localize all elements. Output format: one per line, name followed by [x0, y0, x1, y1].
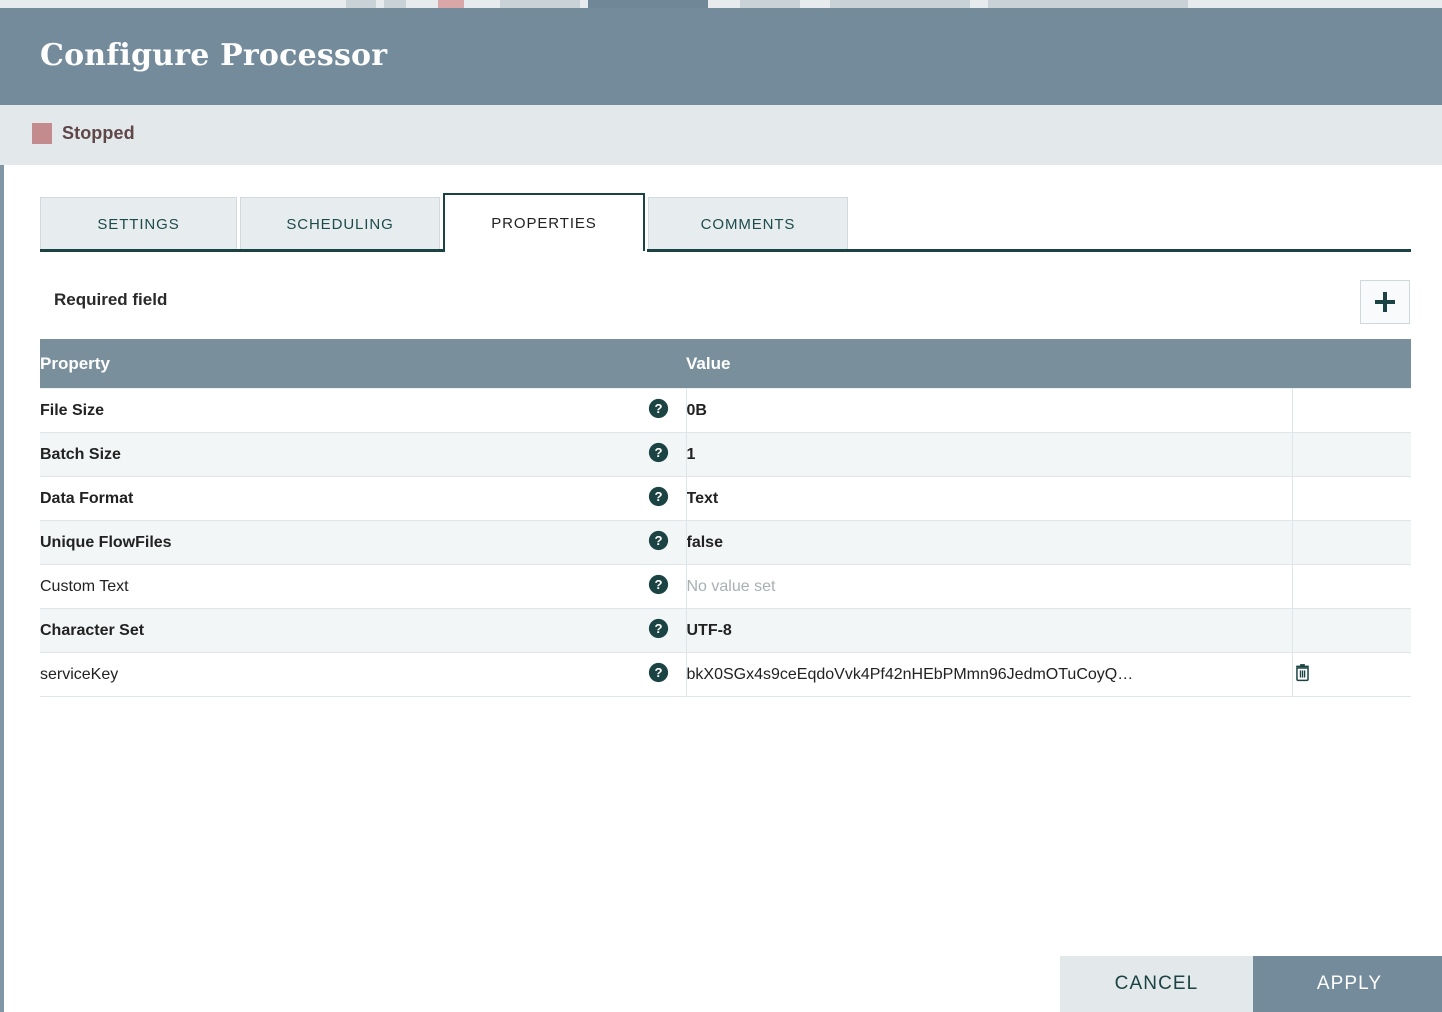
properties-table-body: File Size? 0B Batch Size? 1 Data Format? Text…	[40, 388, 1411, 697]
property-value-text: 1	[686, 445, 696, 463]
tab-scheduling-label: SCHEDULING	[286, 216, 394, 233]
svg-text:?: ?	[654, 577, 662, 592]
status-badge: Stopped	[32, 123, 135, 144]
property-actions-cell	[1292, 476, 1411, 521]
property-value-text: No value set	[686, 577, 776, 595]
trash-icon	[1293, 664, 1312, 685]
status-swatch-icon	[32, 123, 52, 144]
required-field-label: Required field	[54, 290, 168, 309]
column-header-spacer	[648, 339, 686, 389]
property-name-cell: Character Set	[40, 608, 648, 653]
column-header-value: Value	[686, 339, 1292, 389]
property-help-cell[interactable]: ?	[648, 520, 687, 565]
help-icon[interactable]: ?	[648, 442, 669, 468]
help-icon[interactable]: ?	[648, 618, 669, 644]
property-name-cell: Data Format	[40, 476, 648, 521]
delete-property-button[interactable]	[1293, 662, 1312, 682]
help-icon[interactable]: ?	[648, 662, 669, 688]
properties-table: Property Value File Size? 0B Batch Size? 1 D…	[40, 339, 1411, 697]
property-value-cell[interactable]: UTF-8	[686, 608, 1293, 653]
table-row[interactable]: Character Set? UTF-8	[40, 608, 1411, 653]
tab-underline	[40, 249, 1411, 252]
svg-text:?: ?	[654, 621, 662, 636]
property-value-text: 0B	[686, 401, 707, 419]
property-value-text: Text	[686, 489, 719, 507]
dialog-titlebar: Configure Processor	[0, 8, 1442, 105]
property-name-cell: serviceKey	[40, 652, 648, 697]
property-help-cell[interactable]: ?	[648, 476, 687, 521]
help-icon[interactable]: ?	[648, 486, 669, 512]
tab-settings-label: SETTINGS	[97, 216, 180, 233]
table-row[interactable]: Batch Size? 1	[40, 432, 1411, 477]
property-value-cell[interactable]: 1	[686, 432, 1293, 477]
help-icon[interactable]: ?	[648, 574, 669, 600]
tab-properties[interactable]: PROPERTIES	[443, 193, 645, 251]
tab-scheduling[interactable]: SCHEDULING	[240, 197, 440, 251]
property-value-text: UTF-8	[686, 621, 732, 639]
property-value-cell[interactable]: Text	[686, 476, 1293, 521]
property-actions-cell	[1292, 432, 1411, 477]
tab-comments[interactable]: COMMENTS	[648, 197, 848, 251]
property-help-cell[interactable]: ?	[648, 432, 687, 477]
property-value-text: false	[686, 533, 723, 551]
page-title: Configure Processor	[40, 38, 388, 73]
property-value-cell[interactable]: 0B	[686, 388, 1293, 433]
tab-properties-label: PROPERTIES	[491, 214, 597, 232]
table-row[interactable]: Custom Text? No value set	[40, 564, 1411, 609]
cancel-button[interactable]: CANCEL	[1060, 956, 1253, 1012]
processor-status-bar: Stopped	[0, 105, 1442, 165]
property-help-cell[interactable]: ?	[648, 608, 687, 653]
property-actions-cell	[1292, 564, 1411, 609]
dialog-body: Configure Processor Stopped SETTINGS SCH…	[0, 8, 1442, 1012]
property-value-cell[interactable]: bkX0SGx4s9ceEqdoVvk4Pf42nHEbPMmn96JedmOT…	[686, 652, 1293, 697]
property-name-cell: File Size	[40, 388, 648, 433]
column-header-property: Property	[40, 339, 648, 389]
property-actions-cell	[1292, 520, 1411, 565]
help-icon[interactable]: ?	[648, 530, 669, 556]
property-value-text: bkX0SGx4s9ceEqdoVvk4Pf42nHEbPMmn96JedmOT…	[686, 665, 1134, 683]
svg-text:?: ?	[654, 533, 662, 548]
svg-text:?: ?	[654, 401, 662, 416]
property-help-cell[interactable]: ?	[648, 564, 687, 609]
property-name-cell: Unique FlowFiles	[40, 520, 648, 565]
tab-bar: SETTINGS SCHEDULING PROPERTIES COMMENTS	[40, 193, 848, 251]
property-name-cell: Custom Text	[40, 564, 648, 609]
svg-text:?: ?	[654, 489, 662, 504]
property-actions-cell	[1292, 652, 1411, 697]
property-value-cell[interactable]: false	[686, 520, 1293, 565]
property-name-cell: Batch Size	[40, 432, 648, 477]
add-property-button[interactable]	[1360, 280, 1410, 324]
table-row[interactable]: Data Format? Text	[40, 476, 1411, 521]
table-row[interactable]: Unique FlowFiles? false	[40, 520, 1411, 565]
svg-text:?: ?	[654, 665, 662, 680]
status-label: Stopped	[62, 123, 135, 143]
table-header-row: Property Value	[40, 339, 1411, 389]
column-header-actions	[1292, 339, 1411, 389]
configure-processor-dialog: Configure Processor Stopped SETTINGS SCH…	[0, 0, 1442, 1012]
property-actions-cell	[1292, 388, 1411, 433]
property-help-cell[interactable]: ?	[648, 388, 687, 433]
apply-button[interactable]: APPLY	[1253, 956, 1442, 1012]
property-help-cell[interactable]: ?	[648, 652, 687, 697]
tab-settings[interactable]: SETTINGS	[40, 197, 237, 251]
property-value-cell[interactable]: No value set	[686, 564, 1293, 609]
plus-icon	[1373, 290, 1397, 314]
tab-comments-label: COMMENTS	[700, 216, 796, 233]
table-row[interactable]: serviceKey? bkX0SGx4s9ceEqdoVvk4Pf42nHEbP…	[40, 652, 1411, 697]
background-canvas-strip	[0, 0, 1442, 8]
table-row[interactable]: File Size? 0B	[40, 388, 1411, 433]
svg-text:?: ?	[654, 445, 662, 460]
dialog-footer: CANCEL APPLY	[4, 956, 1442, 1012]
property-actions-cell	[1292, 608, 1411, 653]
help-icon[interactable]: ?	[648, 398, 669, 424]
